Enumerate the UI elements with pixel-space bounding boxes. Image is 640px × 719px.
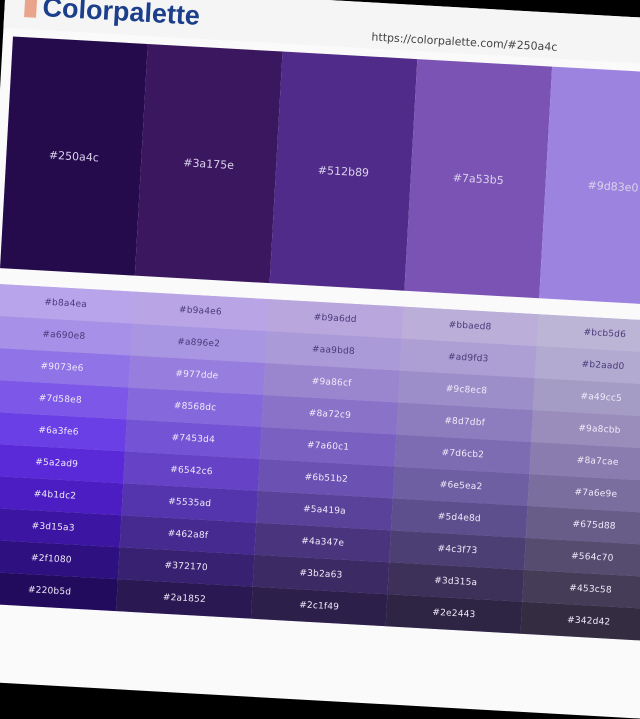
shade-cell[interactable]: #2a1852: [116, 579, 253, 619]
swatch-hex-label: #250a4c: [48, 148, 100, 164]
swatch-hex-label: #3a175e: [182, 155, 235, 172]
color-swatch[interactable]: #9d83e0: [539, 66, 640, 306]
color-swatch[interactable]: #250a4c: [0, 36, 148, 276]
swatch-hex-label: #512b89: [317, 163, 370, 180]
main-palette: #250a4c #3a175e #512b89 #7a53b5 #9d83e0: [0, 36, 640, 306]
color-swatch[interactable]: #512b89: [269, 51, 418, 291]
shade-cell[interactable]: #2e2443: [385, 594, 523, 634]
color-swatch[interactable]: #7a53b5: [404, 59, 553, 299]
page-content: Colorpalette https://colorpalette.com/#2…: [0, 0, 640, 719]
site-logo[interactable]: Colorpalette: [42, 0, 201, 32]
shade-cell[interactable]: #342d42: [520, 601, 640, 642]
swatch-hex-label: #7a53b5: [452, 170, 505, 187]
logo-icon: [24, 0, 38, 18]
site-url[interactable]: https://colorpalette.com/#250a4c: [371, 30, 558, 53]
color-swatch[interactable]: #3a175e: [134, 44, 283, 284]
shade-cell[interactable]: #220b5d: [0, 571, 118, 612]
swatch-hex-label: #9d83e0: [587, 178, 639, 195]
shade-table: #b8a4ea #b9a4e6 #b9a6dd #bbaed8 #bcb5d6 #a690…: [0, 284, 640, 642]
shade-cell[interactable]: #2c1f49: [250, 586, 388, 627]
